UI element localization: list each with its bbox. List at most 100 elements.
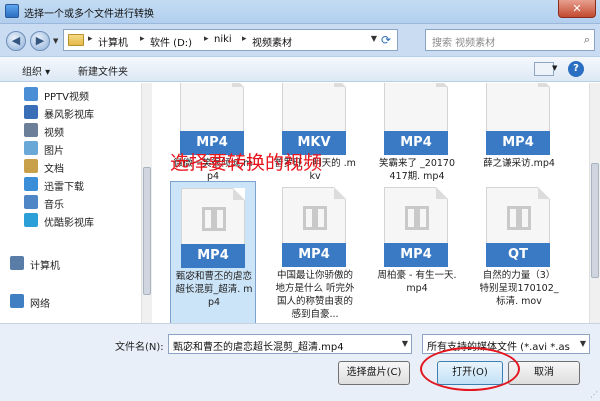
sidebar-item-label: PPTV视频 <box>44 92 90 103</box>
highlight-circle <box>420 347 520 391</box>
sidebar-item-label: 网络 <box>30 299 50 310</box>
navigation-pane: PPTV视频 暴风影视库 视频 图片 文档 迅雷下载 音乐 优酷影视库 计算机 … <box>0 83 152 323</box>
file-item[interactable]: QT 自然的力量（3）特别呈现170102_标清. mov <box>476 181 562 323</box>
refresh-icon[interactable]: ⟳ <box>378 32 394 48</box>
video-file-icon: MP4 <box>384 187 448 267</box>
video-file-icon: MP4 <box>181 188 245 268</box>
folder-icon <box>68 34 84 46</box>
pictures-library-icon <box>24 141 38 155</box>
close-button[interactable]: ✕ <box>558 0 596 18</box>
chevron-right-icon[interactable]: ▸ <box>88 34 93 44</box>
history-dropdown-icon[interactable]: ▼ <box>53 37 58 45</box>
sidebar-item-youku[interactable]: 优酷影视库 <box>24 211 140 229</box>
video-file-icon: MP4 <box>180 83 244 155</box>
file-name: 自然的力量（3）特别呈现170102_标清. mov <box>479 270 559 307</box>
resize-grip-icon[interactable]: ⋰ <box>590 390 598 399</box>
view-dropdown-icon[interactable]: ▼ <box>552 64 557 72</box>
video-file-icon: MP4 <box>282 187 346 267</box>
file-name: 薛之谦采访.mp4 <box>483 158 555 169</box>
video-file-icon: MKV <box>282 83 346 155</box>
computer-icon <box>10 256 24 270</box>
sidebar-item-documents[interactable]: 文档 <box>24 157 140 175</box>
back-button[interactable]: ◀ <box>6 31 26 51</box>
file-type-badge: MP4 <box>486 131 550 155</box>
new-folder-button[interactable]: 新建文件夹 <box>78 63 128 78</box>
file-item[interactable]: MP4 薛之谦采访.mp4 <box>476 83 562 169</box>
file-item-selected[interactable]: MP4 甄宓和曹丕的虐恋超长混剪_超清. mp4 <box>170 181 256 323</box>
annotation-text: 选择要转换的视频 <box>170 152 323 174</box>
sidebar-item-label: 图片 <box>44 146 64 157</box>
file-item[interactable]: MP4 周柏豪 - 有生一天.mp4 <box>374 181 460 323</box>
file-type-badge: QT <box>486 243 550 267</box>
navigation-bar: ◀ ▶ ▼ ▸ 计算机 ▸ 软件 (D:) ▸ niki ▸ 视频素材 ▼ ⟳ … <box>0 24 600 56</box>
file-name: 中国最让你骄傲的地方是什么 听完外国人的称赞由衷的感到自豪... <box>275 270 355 320</box>
video-file-icon: MP4 <box>486 83 550 155</box>
search-icon[interactable]: ⌕ <box>584 33 590 47</box>
sidebar-item-computer[interactable]: 计算机 <box>10 254 126 272</box>
select-disc-button[interactable]: 选择盘片(C) <box>338 361 410 385</box>
video-file-icon: QT <box>486 187 550 267</box>
sidebar-item-label: 迅雷下载 <box>44 182 84 193</box>
chevron-down-icon[interactable]: ▼ <box>402 339 408 348</box>
search-placeholder: 搜索 视频素材 <box>432 38 496 49</box>
youku-icon <box>24 213 38 227</box>
sidebar-item-music[interactable]: 音乐 <box>24 193 140 211</box>
documents-library-icon <box>24 159 38 173</box>
filename-value: 甄宓和曹丕的虐恋超长混剪_超清.mp4 <box>173 342 344 353</box>
filename-field[interactable]: 甄宓和曹丕的虐恋超长混剪_超清.mp4 ▼ <box>168 334 412 354</box>
video-library-icon <box>24 123 38 137</box>
help-icon[interactable]: ? <box>568 61 584 77</box>
breadcrumb-drive[interactable]: 软件 (D:) <box>150 34 192 49</box>
sidebar-item-pptv[interactable]: PPTV视频 <box>24 85 140 103</box>
file-name: 甄宓和曹丕的虐恋超长混剪_超清. mp4 <box>175 271 253 308</box>
forward-button[interactable]: ▶ <box>30 31 50 51</box>
film-strip-icon <box>202 207 226 231</box>
file-list-scrollbar[interactable] <box>589 83 600 323</box>
baofeng-icon <box>24 105 38 119</box>
title-bar: 选择一个或多个文件进行转换 ✕ <box>0 0 600 24</box>
app-icon <box>5 4 19 18</box>
sidebar-scrollbar[interactable] <box>141 83 152 323</box>
sidebar-scroll-thumb[interactable] <box>143 167 151 295</box>
file-list-scroll-thumb[interactable] <box>591 163 599 278</box>
breadcrumb-niki[interactable]: niki <box>214 34 232 45</box>
file-name: 周柏豪 - 有生一天.mp4 <box>377 270 457 294</box>
sidebar-item-xunlei[interactable]: 迅雷下载 <box>24 175 140 193</box>
sidebar-item-videos[interactable]: 视频 <box>24 121 140 139</box>
file-type-badge: MP4 <box>282 243 346 267</box>
chevron-right-icon[interactable]: ▸ <box>140 34 145 44</box>
sidebar-item-baofeng[interactable]: 暴风影视库 <box>24 103 140 121</box>
sidebar-item-label: 计算机 <box>30 261 60 272</box>
sidebar-item-network[interactable]: 网络 <box>10 292 126 310</box>
sidebar-item-label: 视频 <box>44 128 64 139</box>
address-dropdown-icon[interactable]: ▼ <box>371 34 377 43</box>
file-type-badge: MP4 <box>384 243 448 267</box>
address-bar[interactable]: ▸ 计算机 ▸ 软件 (D:) ▸ niki ▸ 视频素材 ▼ ⟳ <box>63 29 398 51</box>
chevron-right-icon[interactable]: ▸ <box>242 34 247 44</box>
organize-menu[interactable]: 组织 ▾ <box>22 63 50 78</box>
sidebar-item-label: 音乐 <box>44 200 64 211</box>
film-strip-icon <box>507 206 531 230</box>
film-strip-icon <box>303 206 327 230</box>
command-toolbar: 组织 ▾ 新建文件夹 ▼ ? <box>0 56 600 82</box>
chevron-down-icon[interactable]: ▼ <box>580 339 586 348</box>
music-library-icon <box>24 195 38 209</box>
breadcrumb-computer[interactable]: 计算机 <box>98 34 128 49</box>
file-list: MP4 微微一笑很倾城.mp4 MKV 普罗旺 - 明天的 .mkv MP4 笑… <box>152 83 600 323</box>
network-icon <box>10 294 24 308</box>
film-strip-icon <box>405 206 429 230</box>
sidebar-item-label: 文档 <box>44 164 64 175</box>
sidebar-item-pictures[interactable]: 图片 <box>24 139 140 157</box>
file-type-badge: MP4 <box>384 131 448 155</box>
file-name: 笑霸来了 _20170417期. mp4 <box>379 158 455 182</box>
search-input[interactable]: 搜索 视频素材 ⌕ <box>425 29 595 51</box>
filename-label: 文件名(N): <box>115 342 164 353</box>
pptv-icon <box>24 87 38 101</box>
breadcrumb-video-folder[interactable]: 视频素材 <box>252 34 292 49</box>
view-options-icon[interactable] <box>534 62 554 76</box>
file-item[interactable]: MP4 中国最让你骄傲的地方是什么 听完外国人的称赞由衷的感到自豪... <box>272 181 358 323</box>
chevron-right-icon[interactable]: ▸ <box>204 34 209 44</box>
file-item[interactable]: MP4 笑霸来了 _20170417期. mp4 <box>374 83 460 182</box>
file-type-badge: MP4 <box>181 244 245 268</box>
sidebar-item-label: 暴风影视库 <box>44 110 94 121</box>
